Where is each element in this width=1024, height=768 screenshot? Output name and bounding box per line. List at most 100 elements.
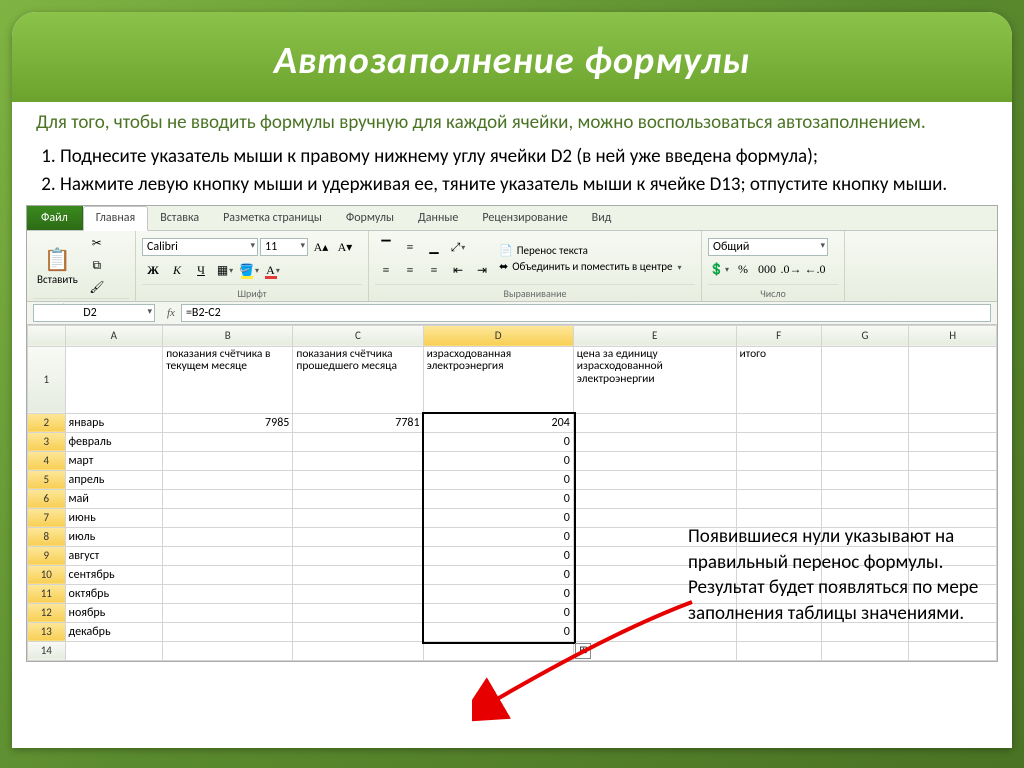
- cell-D10[interactable]: 0: [423, 565, 573, 584]
- name-box[interactable]: D2: [33, 304, 155, 322]
- tab-insert[interactable]: Вставка: [148, 206, 211, 230]
- cell-C10[interactable]: [293, 565, 423, 584]
- cell-B5[interactable]: [163, 470, 293, 489]
- cell-H4[interactable]: [909, 451, 997, 470]
- col-header-A[interactable]: A: [65, 325, 163, 346]
- cell-A4[interactable]: март: [65, 451, 163, 470]
- cell-G1[interactable]: [821, 346, 909, 413]
- cell-B8[interactable]: [163, 527, 293, 546]
- orientation-button[interactable]: ⤢: [447, 237, 469, 257]
- cell-A10[interactable]: сентябрь: [65, 565, 163, 584]
- cell-E3[interactable]: [573, 432, 736, 451]
- paste-button[interactable]: 📋 Вставить: [33, 244, 82, 288]
- cell-B9[interactable]: [163, 546, 293, 565]
- number-format-select[interactable]: Общий: [708, 238, 828, 256]
- cell-H6[interactable]: [909, 489, 997, 508]
- cell-B11[interactable]: [163, 584, 293, 603]
- cell-D1[interactable]: израсходованная электроэнергия: [423, 346, 573, 413]
- row-header-12[interactable]: 12: [28, 603, 66, 622]
- cell-F4[interactable]: [736, 451, 821, 470]
- cell-E5[interactable]: [573, 470, 736, 489]
- align-left-button[interactable]: ≡: [375, 260, 397, 280]
- align-middle-button[interactable]: ≡: [399, 237, 421, 257]
- cell-D4[interactable]: 0: [423, 451, 573, 470]
- cell-C13[interactable]: [293, 622, 423, 641]
- align-center-button[interactable]: ≡: [399, 260, 421, 280]
- tab-home[interactable]: Главная: [83, 206, 148, 231]
- cell-B3[interactable]: [163, 432, 293, 451]
- cell-E6[interactable]: [573, 489, 736, 508]
- row-header-5[interactable]: 5: [28, 470, 66, 489]
- cell-H14[interactable]: [909, 641, 997, 660]
- cell-E4[interactable]: [573, 451, 736, 470]
- cell-B7[interactable]: [163, 508, 293, 527]
- cell-B14[interactable]: [163, 641, 293, 660]
- tab-formulas[interactable]: Формулы: [334, 206, 406, 230]
- col-header-E[interactable]: E: [573, 325, 736, 346]
- col-header-C[interactable]: C: [293, 325, 423, 346]
- cell-A1[interactable]: [65, 346, 163, 413]
- tab-view[interactable]: Вид: [580, 206, 624, 230]
- row-header-2[interactable]: 2: [28, 413, 66, 432]
- fill-color-button[interactable]: 🪣: [238, 260, 260, 280]
- cell-A2[interactable]: январь: [65, 413, 163, 432]
- format-painter-button[interactable]: 🖌: [86, 278, 108, 298]
- cell-F3[interactable]: [736, 432, 821, 451]
- tab-data[interactable]: Данные: [406, 206, 470, 230]
- cell-A5[interactable]: апрель: [65, 470, 163, 489]
- row-header-1[interactable]: 1: [28, 346, 66, 413]
- cell-C14[interactable]: [293, 641, 423, 660]
- decrease-decimal-button[interactable]: ←.0: [804, 259, 826, 279]
- cell-C6[interactable]: [293, 489, 423, 508]
- increase-decimal-button[interactable]: .0→: [780, 259, 802, 279]
- cell-C2[interactable]: 7781: [293, 413, 423, 432]
- cell-A14[interactable]: [65, 641, 163, 660]
- cell-B4[interactable]: [163, 451, 293, 470]
- cell-B12[interactable]: [163, 603, 293, 622]
- cell-F1[interactable]: итого: [736, 346, 821, 413]
- cell-A6[interactable]: май: [65, 489, 163, 508]
- cell-H3[interactable]: [909, 432, 997, 451]
- fx-icon[interactable]: fx: [161, 307, 181, 319]
- row-header-8[interactable]: 8: [28, 527, 66, 546]
- cell-D8[interactable]: 0: [423, 527, 573, 546]
- cell-D6[interactable]: 0: [423, 489, 573, 508]
- font-color-button[interactable]: A: [262, 260, 284, 280]
- wrap-text-button[interactable]: 📄 Перенос текста: [499, 244, 682, 257]
- cell-C9[interactable]: [293, 546, 423, 565]
- cell-C3[interactable]: [293, 432, 423, 451]
- italic-button[interactable]: К: [166, 260, 188, 280]
- decrease-indent-button[interactable]: ⇤: [447, 260, 469, 280]
- bold-button[interactable]: Ж: [142, 260, 164, 280]
- cell-B1[interactable]: показания счётчика в текущем месяце: [163, 346, 293, 413]
- cell-A11[interactable]: октябрь: [65, 584, 163, 603]
- cell-A12[interactable]: ноябрь: [65, 603, 163, 622]
- cell-G5[interactable]: [821, 470, 909, 489]
- cell-B10[interactable]: [163, 565, 293, 584]
- align-top-button[interactable]: ▔: [375, 237, 397, 257]
- cell-H1[interactable]: [909, 346, 997, 413]
- cell-D5[interactable]: 0: [423, 470, 573, 489]
- underline-button[interactable]: Ч: [190, 260, 212, 280]
- cell-G4[interactable]: [821, 451, 909, 470]
- cell-D2[interactable]: 204: [423, 413, 573, 432]
- cell-A13[interactable]: декабрь: [65, 622, 163, 641]
- row-header-11[interactable]: 11: [28, 584, 66, 603]
- cell-G14[interactable]: [821, 641, 909, 660]
- cell-B13[interactable]: [163, 622, 293, 641]
- row-header-6[interactable]: 6: [28, 489, 66, 508]
- file-tab[interactable]: Файл: [27, 206, 83, 230]
- comma-format-button[interactable]: 000: [756, 259, 778, 279]
- row-header-4[interactable]: 4: [28, 451, 66, 470]
- cell-C12[interactable]: [293, 603, 423, 622]
- cell-E2[interactable]: [573, 413, 736, 432]
- cell-A3[interactable]: февраль: [65, 432, 163, 451]
- merge-center-button[interactable]: ⬌ Объединить и поместить в центре: [499, 260, 682, 273]
- cell-H5[interactable]: [909, 470, 997, 489]
- percent-format-button[interactable]: %: [732, 259, 754, 279]
- cell-C4[interactable]: [293, 451, 423, 470]
- col-header-G[interactable]: G: [821, 325, 909, 346]
- cell-C7[interactable]: [293, 508, 423, 527]
- accounting-format-button[interactable]: 💲: [708, 259, 730, 279]
- cut-button[interactable]: ✂: [86, 234, 108, 254]
